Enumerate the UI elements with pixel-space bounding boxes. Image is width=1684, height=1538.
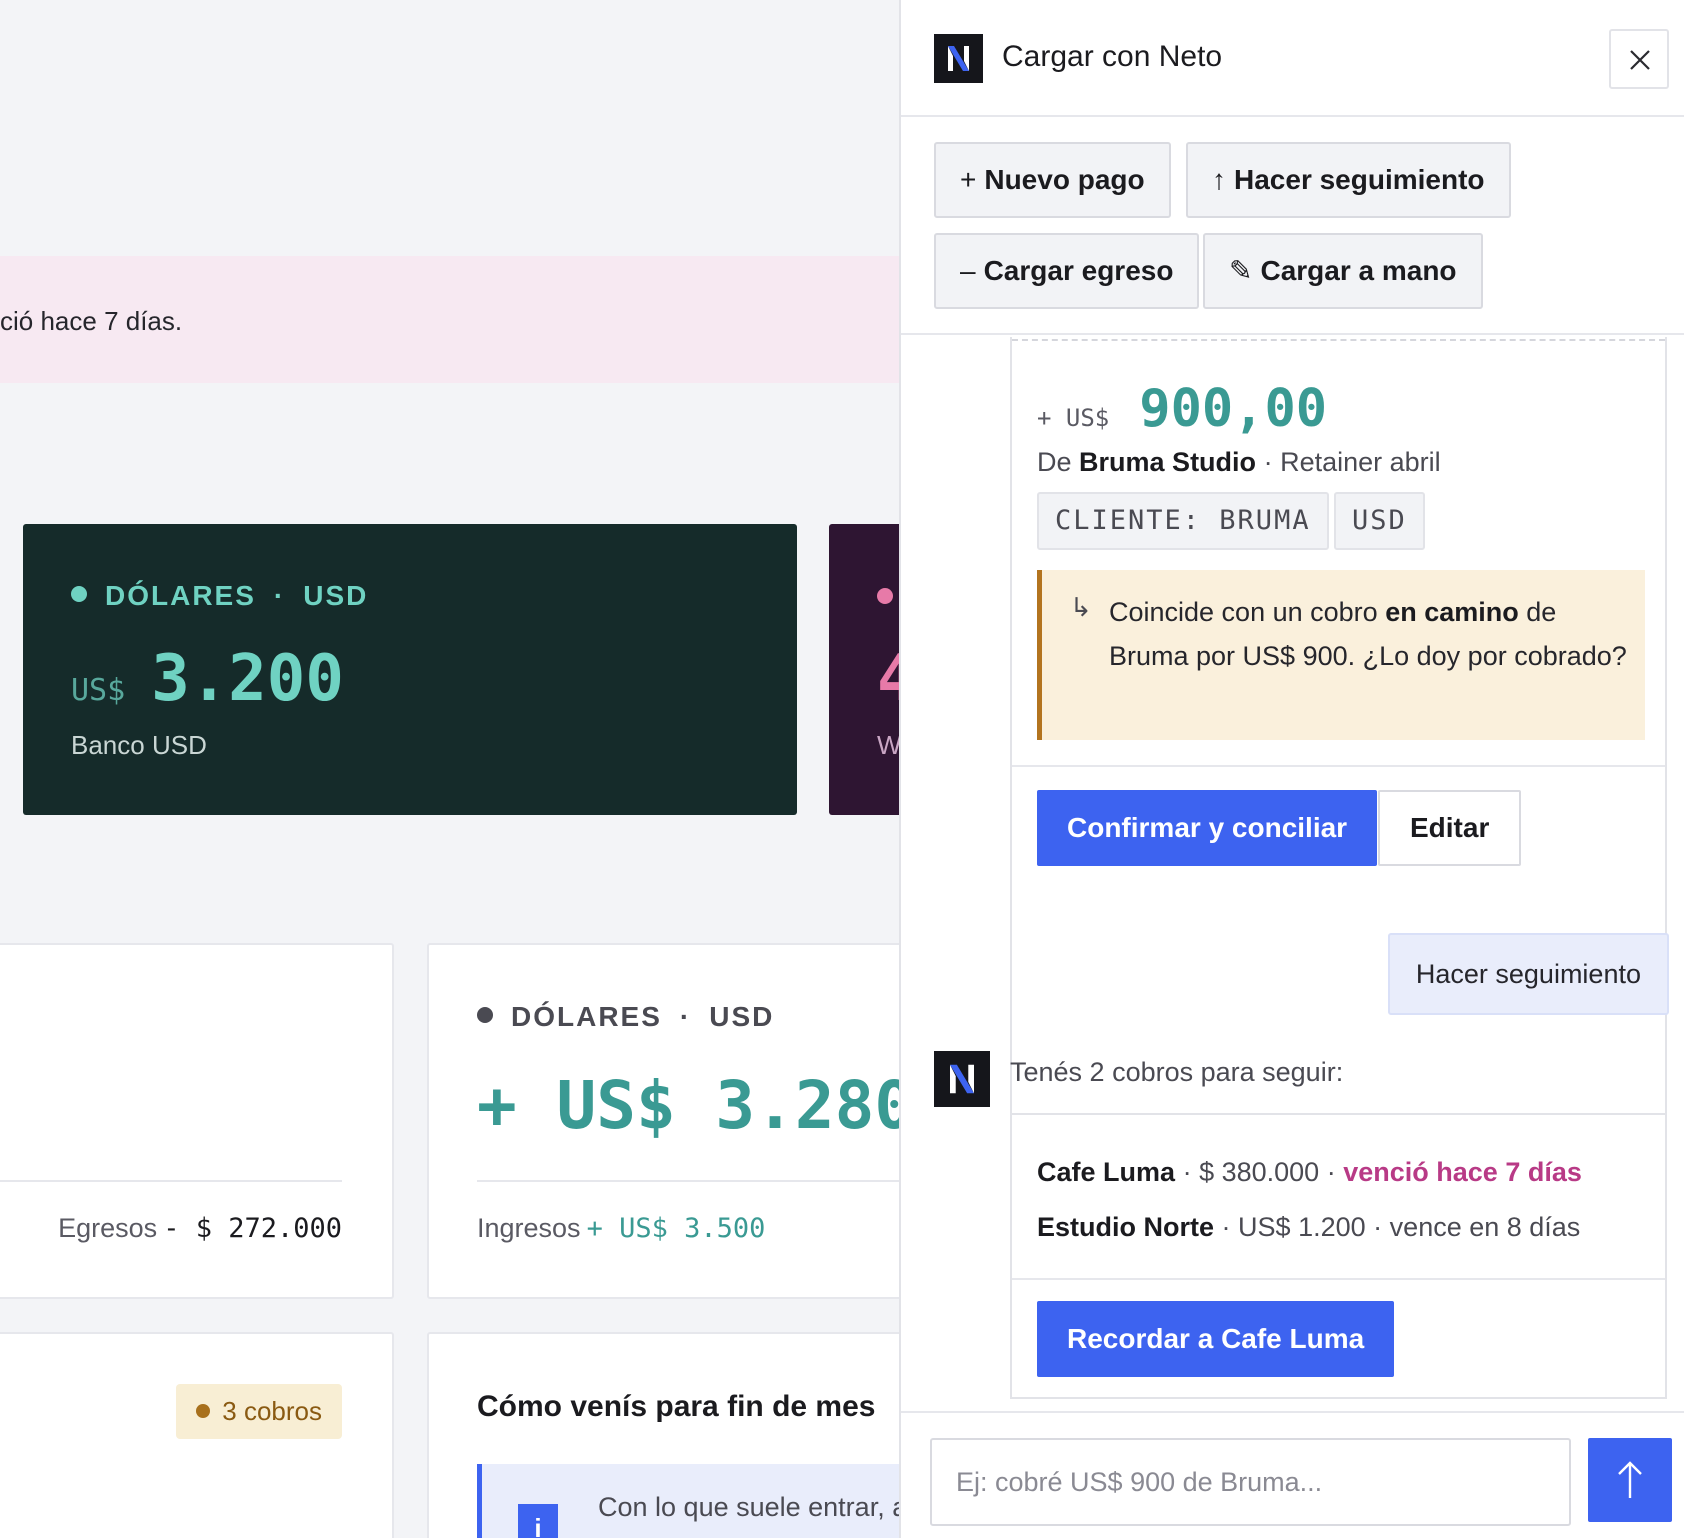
plus-icon: + (960, 164, 977, 195)
account-kicker: DÓLARES · USD (71, 580, 368, 612)
new-payment-button[interactable]: + Nuevo pago (934, 142, 1171, 218)
cobros-badge[interactable]: 3 cobros (176, 1384, 342, 1439)
confirm-reconcile-button[interactable]: Confirmar y conciliar (1037, 790, 1378, 866)
add-expense-button[interactable]: – Cargar egreso (934, 233, 1200, 309)
expenses-row: Egresos - $ 272.000 (58, 1213, 342, 1244)
close-icon (1630, 50, 1650, 70)
info-icon: i (518, 1504, 558, 1538)
user-message: Hacer seguimiento (1387, 933, 1669, 1015)
due-status: vence en 8 días (1389, 1212, 1581, 1242)
composer (901, 1411, 1684, 1538)
match-text: Coincide con un cobro en camino de Bruma… (1109, 597, 1627, 671)
edit-button[interactable]: Editar (1378, 790, 1522, 866)
overdue-alert-banner[interactable]: ció hace 7 días. (0, 256, 900, 383)
status-dot-icon (196, 1404, 211, 1418)
remind-button[interactable]: Recordar a Cafe Luma (1037, 1301, 1395, 1377)
bot-message: Tenés 2 cobros para seguir: (1010, 1057, 1344, 1087)
list-item[interactable]: Estudio Norte · US$ 1.200 · vence en 8 d… (1037, 1212, 1580, 1243)
account-card-other[interactable]: 4 W (829, 524, 900, 815)
dashboard: ció hace 7 días. DÓLARES · USD US$ 3.200 Ba… (0, 0, 900, 1538)
account-card-usd[interactable]: DÓLARES · USD US$ 3.200 Banco USD (23, 524, 797, 815)
divider (477, 1180, 900, 1182)
match-suggestion: ↳ Coincide con un cobro en camino de Bru… (1037, 570, 1645, 740)
cobros-list: Cafe Luma · $ 380.000 · venció hace 7 dí… (1010, 1113, 1667, 1399)
follow-up-button[interactable]: ↑ Hacer seguimiento (1186, 142, 1511, 218)
chat-input[interactable] (930, 1438, 1571, 1526)
summary-kicker: DÓLARES · USD (477, 1001, 774, 1033)
tag-client[interactable]: CLIENTE: BRUMA (1037, 492, 1329, 550)
arrow-up-icon: ↑ (1212, 164, 1226, 195)
transaction-source: De Bruma Studio · Retainer abril (1037, 447, 1441, 477)
income-row: Ingresos + US$ 3.500 (477, 1213, 766, 1244)
panel-header: Cargar con Neto (901, 0, 1684, 117)
alert-text: ció hace 7 días. (0, 306, 183, 336)
status-dot-icon (71, 586, 87, 602)
cobros-card: 3 cobros (0, 1332, 394, 1538)
manual-entry-button[interactable]: ✎ Cargar a mano (1203, 233, 1483, 309)
transaction-amount: + US$ 900,00 (1037, 379, 1328, 439)
summary-total: + US$ 3.280 (477, 1067, 900, 1144)
panel-title: Cargar con Neto (1002, 40, 1223, 73)
return-arrow-icon: ↳ (1070, 592, 1092, 622)
forecast-info: i Con lo que suele entrar, a (477, 1464, 900, 1538)
forecast-title: Cómo venís para fin de mes (477, 1390, 876, 1423)
divider (1012, 765, 1665, 767)
status-dot-icon (477, 1007, 493, 1023)
list-item[interactable]: Cafe Luma · $ 380.000 · venció hace 7 dí… (1037, 1157, 1582, 1188)
close-button[interactable] (1609, 29, 1669, 89)
divider (1012, 1278, 1665, 1280)
account-bank-name: Banco USD (71, 730, 207, 760)
minus-icon: – (960, 255, 976, 286)
neto-avatar-icon (934, 1051, 990, 1107)
arrow-up-icon (1618, 1461, 1642, 1498)
forecast-card: Cómo venís para fin de mes i Con lo que … (427, 1332, 900, 1538)
account-balance: US$ 3.200 (71, 642, 344, 716)
chat-stream[interactable]: + US$ 900,00 De Bruma Studio · Retainer a… (901, 337, 1684, 1411)
summary-card-usd: DÓLARES · USD + US$ 3.280 Ingresos + US$ 3.… (427, 943, 900, 1299)
pencil-icon: ✎ (1229, 255, 1253, 286)
divider (1012, 339, 1665, 341)
send-button[interactable] (1588, 1438, 1672, 1522)
status-dot-icon (877, 588, 893, 604)
divider (0, 1180, 342, 1182)
forecast-info-text: Con lo que suele entrar, a (598, 1492, 900, 1522)
neto-chat-panel: Cargar con Neto + Nuevo pago ↑ Hacer segui… (899, 0, 1684, 1538)
overdue-status: venció hace 7 días (1343, 1157, 1582, 1187)
summary-card-pesos: Egresos - $ 272.000 (0, 943, 394, 1299)
tag-currency[interactable]: USD (1334, 492, 1425, 550)
transaction-card: + US$ 900,00 De Bruma Studio · Retainer a… (1010, 337, 1667, 1233)
account-bank-name: W (877, 730, 900, 760)
account-balance: 4 (877, 642, 900, 716)
neto-logo-icon (934, 34, 983, 83)
quick-actions: + Nuevo pago ↑ Hacer seguimiento – Cargar e… (901, 117, 1684, 335)
